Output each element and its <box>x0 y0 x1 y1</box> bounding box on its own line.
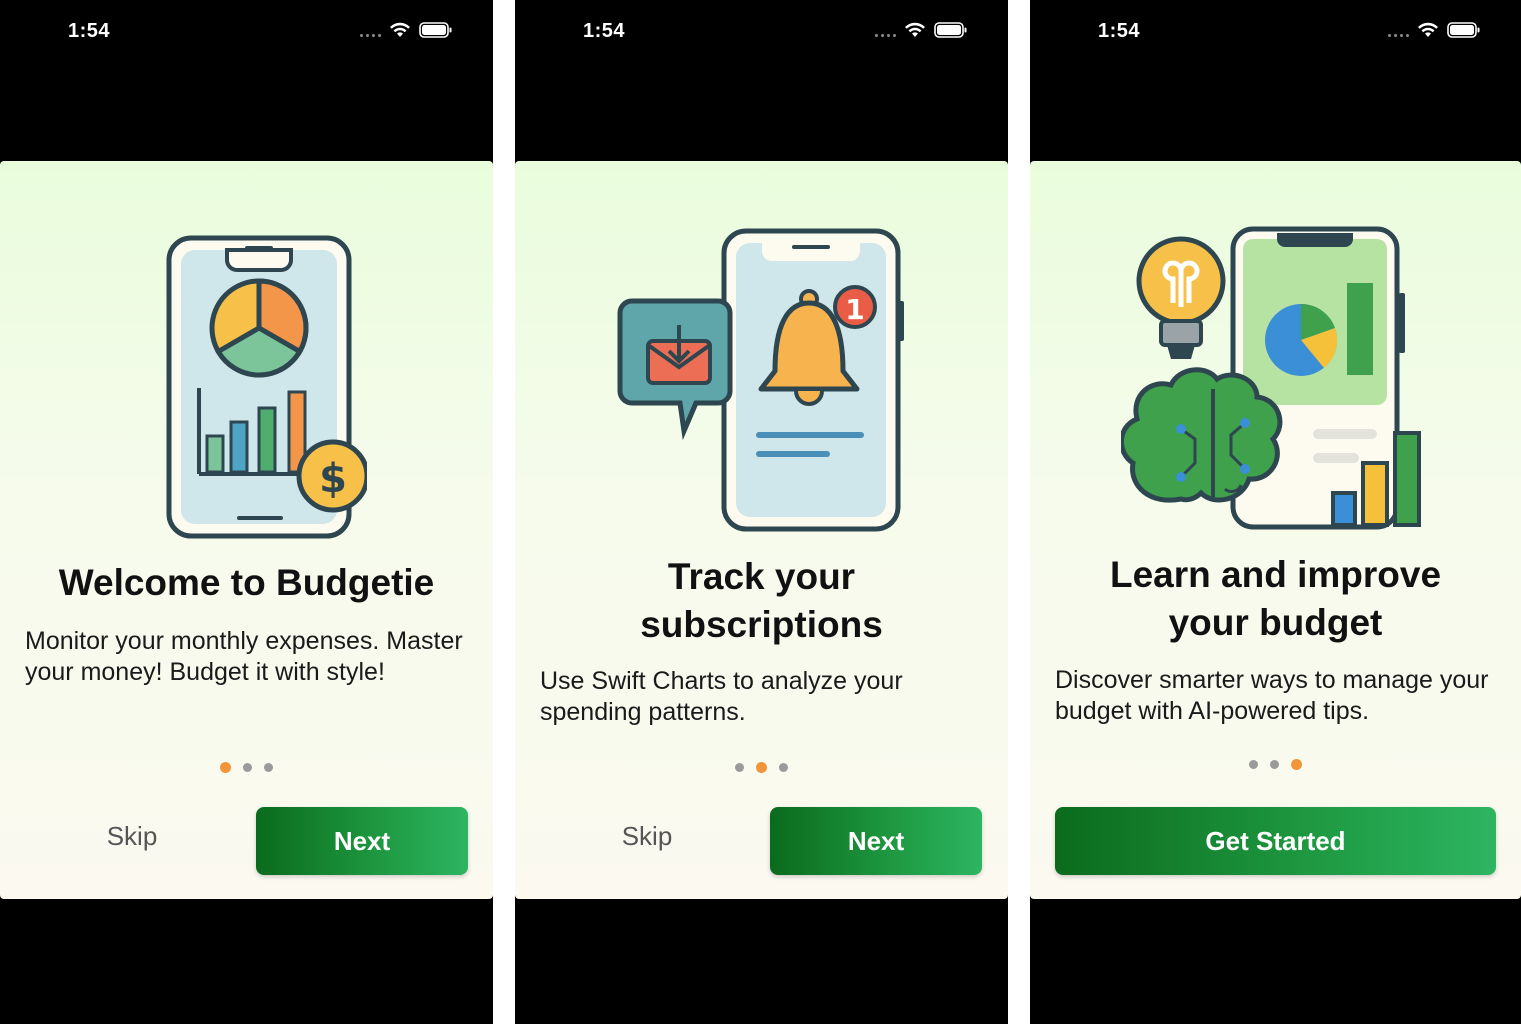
status-bar: 1:54 <box>0 18 493 48</box>
page-description: Monitor your monthly expenses. Master yo… <box>25 627 463 686</box>
page-dot-2[interactable] <box>1270 760 1279 769</box>
wifi-icon <box>905 22 925 37</box>
svg-text:$: $ <box>319 456 347 502</box>
illustration: 1 <box>515 221 1008 561</box>
cellular-signal-icon <box>875 23 896 37</box>
onboarding-card: $ Welcome to Budgetie Monitor your month… <box>0 161 493 899</box>
page-dot-3[interactable] <box>779 763 788 772</box>
next-button[interactable]: Next <box>770 807 982 875</box>
page-title: Track your subscriptions <box>640 556 883 645</box>
page-title: Learn and improve your budget <box>1109 554 1442 643</box>
page-dot-1[interactable] <box>220 762 231 773</box>
phone-brain-lightbulb-icon <box>1120 226 1421 530</box>
page-dot-3[interactable] <box>1291 759 1302 770</box>
page-dot-2[interactable] <box>243 763 252 772</box>
notification-badge-count: 1 <box>845 293 864 326</box>
skip-button[interactable]: Skip <box>585 821 709 852</box>
onboarding-card: 1 Track your subscriptions Use Swift Cha… <box>515 161 1008 899</box>
phone-chart-dollar-icon: $ <box>166 235 367 539</box>
onboarding-card: Learn and improve your budget Discover s… <box>1030 161 1521 899</box>
page-indicator[interactable] <box>1030 759 1521 770</box>
illustration: $ <box>0 216 493 556</box>
status-bar: 1:54 <box>1030 18 1521 48</box>
onboarding-screen-1: 1:54 $ Welcome to Budgetie Monitor your … <box>0 0 493 1024</box>
wifi-icon <box>1418 22 1438 37</box>
page-title: Welcome to Budgetie <box>58 562 435 603</box>
onboarding-screen-2: 1:54 1 Track your subscriptions Use Swif… <box>515 0 1008 1024</box>
battery-icon <box>1447 22 1480 38</box>
page-dot-1[interactable] <box>735 763 744 772</box>
status-time: 1:54 <box>583 20 626 42</box>
page-indicator[interactable] <box>515 762 1008 773</box>
wifi-icon <box>390 22 410 37</box>
page-dot-3[interactable] <box>264 763 273 772</box>
onboarding-screen-3: 1:54 Learn and improve your budget Disco… <box>1030 0 1521 1024</box>
page-description: Use Swift Charts to analyze your spendin… <box>540 667 903 726</box>
page-dot-2[interactable] <box>756 762 767 773</box>
status-bar: 1:54 <box>515 18 1008 48</box>
get-started-button[interactable]: Get Started <box>1055 807 1496 875</box>
page-indicator[interactable] <box>0 762 493 773</box>
illustration <box>1030 223 1521 563</box>
status-time: 1:54 <box>1098 20 1141 42</box>
cellular-signal-icon <box>1388 23 1409 37</box>
cellular-signal-icon <box>360 23 381 37</box>
next-button[interactable]: Next <box>256 807 468 875</box>
battery-icon <box>419 22 452 38</box>
page-description: Discover smarter ways to manage your bud… <box>1055 666 1489 725</box>
battery-icon <box>934 22 967 38</box>
phone-bell-notification-icon: 1 <box>617 228 904 532</box>
page-dot-1[interactable] <box>1249 760 1258 769</box>
skip-button[interactable]: Skip <box>70 821 194 852</box>
status-time: 1:54 <box>68 20 111 42</box>
